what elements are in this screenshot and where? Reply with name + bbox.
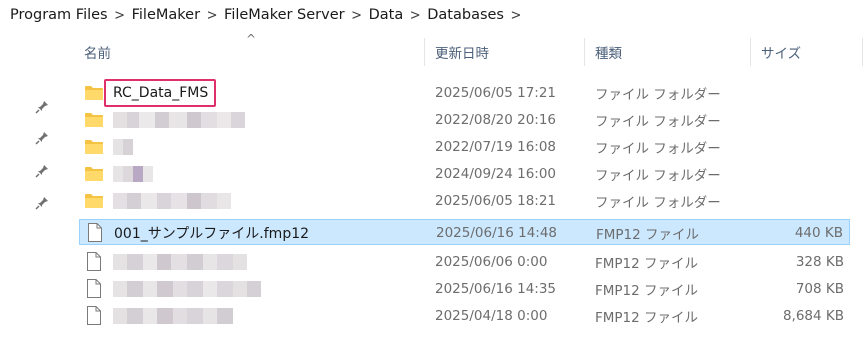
modified-date: 2025/06/16 14:35 xyxy=(435,281,557,297)
list-item[interactable]: 2025/06/16 14:35 FMP12 ファイル 708 KB xyxy=(79,276,850,302)
file-size: 328 KB xyxy=(795,254,844,270)
file-icon xyxy=(87,279,101,298)
breadcrumb-program-files[interactable]: Program Files xyxy=(10,7,108,23)
redacted-name xyxy=(113,308,233,324)
modified-date: 2025/04/18 0:00 xyxy=(435,308,548,324)
list-item[interactable]: 2025/04/18 0:00 FMP12 ファイル 8,684 KB xyxy=(79,303,850,329)
column-type[interactable]: 種類 xyxy=(595,36,622,68)
sort-ascending-icon: ^ xyxy=(246,32,257,46)
list-item-selected[interactable]: 001_サンプルファイル.fmp12 2025/06/16 14:48 FMP1… xyxy=(79,219,850,245)
redacted-name xyxy=(113,112,245,128)
modified-date: 2025/06/05 17:21 xyxy=(435,85,557,101)
folder-icon xyxy=(85,167,103,181)
folder-icon xyxy=(85,113,103,127)
pin-icon[interactable] xyxy=(35,131,49,145)
file-name: 001_サンプルファイル.fmp12 xyxy=(114,226,310,242)
list-item[interactable]: 2024/09/24 16:00 ファイル フォルダー xyxy=(79,161,850,187)
column-header: ^ 名前 更新日時 種類 サイズ xyxy=(74,32,865,68)
chevron-right-icon[interactable]: > xyxy=(108,7,132,24)
list-item[interactable]: 2022/08/20 20:16 ファイル フォルダー xyxy=(79,107,850,133)
file-size: 440 KB xyxy=(794,225,843,241)
file-icon xyxy=(87,252,101,271)
folder-icon xyxy=(85,194,103,208)
highlight-box xyxy=(104,79,216,107)
column-divider[interactable] xyxy=(862,38,863,66)
file-size: 708 KB xyxy=(795,281,844,297)
folder-icon xyxy=(85,86,103,100)
breadcrumb-databases[interactable]: Databases xyxy=(427,7,504,23)
list-item[interactable]: 2025/06/06 0:00 FMP12 ファイル 328 KB xyxy=(79,249,850,275)
breadcrumb-filemaker-server[interactable]: FileMaker Server xyxy=(224,7,345,23)
chevron-right-icon[interactable]: > xyxy=(504,7,528,24)
file-type: FMP12 ファイル xyxy=(595,283,699,299)
chevron-right-icon[interactable]: > xyxy=(200,7,224,24)
breadcrumb-filemaker[interactable]: FileMaker xyxy=(132,7,200,23)
column-divider[interactable] xyxy=(750,38,751,66)
chevron-right-icon[interactable]: > xyxy=(345,7,369,24)
column-divider[interactable] xyxy=(424,38,425,66)
redacted-name xyxy=(113,166,153,182)
pin-icon[interactable] xyxy=(35,164,49,178)
modified-date: 2022/07/19 16:08 xyxy=(435,139,557,155)
column-name[interactable]: 名前 xyxy=(84,36,111,68)
file-size: 8,684 KB xyxy=(782,308,844,324)
modified-date: 2025/06/16 14:48 xyxy=(436,225,558,241)
file-icon xyxy=(88,223,102,242)
modified-date: 2024/09/24 16:00 xyxy=(435,166,557,182)
file-icon xyxy=(87,306,101,325)
pin-icon[interactable] xyxy=(35,196,49,210)
pin-icon[interactable] xyxy=(35,100,49,114)
column-date[interactable]: 更新日時 xyxy=(435,36,489,68)
file-type: ファイル フォルダー xyxy=(595,87,721,103)
modified-date: 2025/06/06 0:00 xyxy=(435,254,548,270)
column-size[interactable]: サイズ xyxy=(761,36,801,68)
redacted-name xyxy=(113,281,261,297)
list-item[interactable]: 2025/06/05 18:21 ファイル フォルダー xyxy=(79,188,850,214)
column-divider[interactable] xyxy=(584,38,585,66)
folder-icon xyxy=(85,140,103,154)
redacted-name xyxy=(113,139,133,155)
file-type: ファイル フォルダー xyxy=(595,168,721,184)
list-item[interactable]: 2022/07/19 16:08 ファイル フォルダー xyxy=(79,134,850,160)
file-type: ファイル フォルダー xyxy=(595,195,721,211)
file-type: ファイル フォルダー xyxy=(595,141,721,157)
modified-date: 2025/06/05 18:21 xyxy=(435,193,557,209)
redacted-name xyxy=(113,193,231,209)
chevron-right-icon[interactable]: > xyxy=(403,7,427,24)
file-type: ファイル フォルダー xyxy=(595,114,721,130)
breadcrumb: Program Files > FileMaker > FileMaker Se… xyxy=(0,0,865,30)
file-type: FMP12 ファイル xyxy=(595,256,699,272)
file-type: FMP12 ファイル xyxy=(595,310,699,326)
file-type: FMP12 ファイル xyxy=(596,227,700,243)
redacted-name xyxy=(113,254,247,270)
breadcrumb-data[interactable]: Data xyxy=(369,7,404,23)
modified-date: 2022/08/20 20:16 xyxy=(435,112,557,128)
